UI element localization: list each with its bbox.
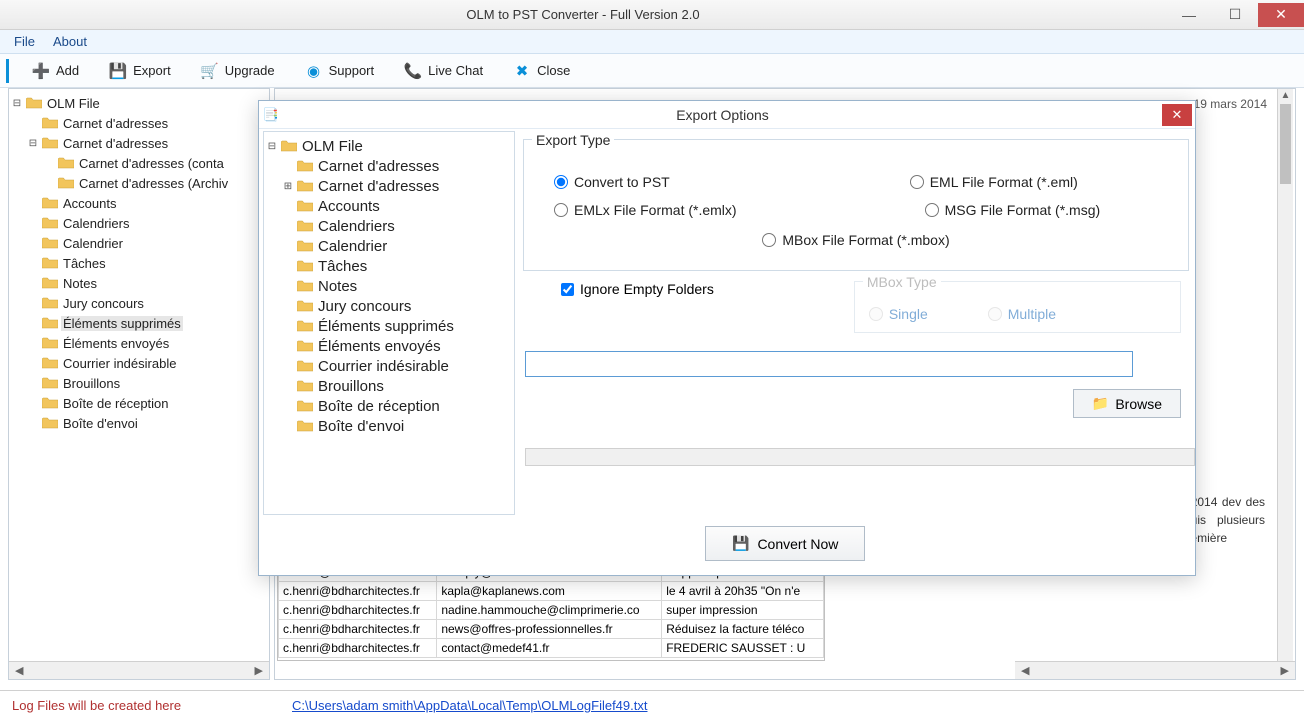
radio-mbox-multiple[interactable]: Multiple (988, 306, 1056, 322)
status-log-label: Log Files will be created here (12, 698, 292, 713)
dialog-close-button[interactable]: ✕ (1162, 104, 1192, 126)
tree-item[interactable]: Éléments envoyés (11, 333, 267, 353)
preview-date: u 19 mars 2014 (1184, 97, 1267, 111)
folder-icon: 📁 (1092, 395, 1109, 412)
export-options-dialog: 📑 Export Options ✕ ⊟OLM FileCarnet d'adr… (258, 100, 1196, 576)
tree-item[interactable]: Calendrier (11, 233, 267, 253)
maximize-button[interactable]: ☐ (1212, 3, 1258, 27)
titlebar: OLM to PST Converter - Full Version 2.0 … (0, 0, 1304, 30)
dialog-icon: 📑 (259, 107, 283, 123)
export-button[interactable]: 💾Export (98, 57, 182, 85)
export-type-legend: Export Type (532, 132, 614, 148)
output-path-input[interactable] (525, 351, 1133, 377)
folder-tree-panel: ⊟OLM FileCarnet d'adresses⊟Carnet d'adre… (8, 88, 270, 680)
close-icon: ✖ (513, 62, 531, 80)
tree-item[interactable]: Boîte de réception (11, 393, 267, 413)
menu-about[interactable]: About (53, 34, 87, 49)
tree-item[interactable]: Brouillons (11, 373, 267, 393)
table-row[interactable]: c.henri@bdharchitectes.frkapla@kaplanews… (279, 582, 824, 601)
tree-item[interactable]: Brouillons (266, 376, 512, 396)
add-button[interactable]: ➕Add (21, 57, 90, 85)
save-icon: 💾 (109, 62, 127, 80)
convert-now-button[interactable]: 💾Convert Now (705, 526, 865, 561)
phone-icon: 📞 (404, 62, 422, 80)
menu-file[interactable]: File (14, 34, 35, 49)
tree-item[interactable]: Calendrier (266, 236, 512, 256)
tree-item[interactable]: Accounts (11, 193, 267, 213)
upgrade-button[interactable]: 🛒Upgrade (190, 57, 286, 85)
tree-item[interactable]: Tâches (266, 256, 512, 276)
tree-item[interactable]: Jury concours (11, 293, 267, 313)
tree-item[interactable]: Éléments supprimés (266, 316, 512, 336)
preview-vscroll[interactable]: ▲ (1277, 89, 1293, 661)
tree-item[interactable]: Carnet d'adresses (266, 156, 512, 176)
window-title: OLM to PST Converter - Full Version 2.0 (0, 7, 1166, 22)
tree-item[interactable]: ⊟OLM File (266, 136, 512, 156)
tree-item[interactable]: Carnet d'adresses (Archiv (11, 173, 267, 193)
dialog-hscroll[interactable] (525, 448, 1195, 466)
export-type-fieldset: Export Type Convert to PST EML File Form… (523, 139, 1189, 271)
tree-item[interactable]: ⊞Carnet d'adresses (266, 176, 512, 196)
tree-item[interactable]: ⊟OLM File (11, 93, 267, 113)
cart-icon: 🛒 (201, 62, 219, 80)
support-button[interactable]: ◉Support (294, 57, 386, 85)
table-row[interactable]: c.henri@bdharchitectes.frcontact@medef41… (279, 639, 824, 658)
tree-item[interactable]: Éléments envoyés (266, 336, 512, 356)
window-close-button[interactable]: ✕ (1258, 3, 1304, 27)
radio-emlx[interactable]: EMLx File Format (*.emlx) (554, 202, 737, 218)
right-hscroll[interactable]: ◀▶ (1015, 661, 1295, 679)
mbox-type-legend: MBox Type (863, 274, 941, 290)
tree-item[interactable]: Accounts (266, 196, 512, 216)
add-icon: ➕ (32, 62, 50, 80)
tree-item[interactable]: Boîte d'envoi (11, 413, 267, 433)
minimize-button[interactable]: — (1166, 3, 1212, 27)
message-grid[interactable]: c.henri@bdharchitectes.frnoreply@1and1.f… (277, 561, 825, 661)
table-row[interactable]: c.henri@bdharchitectes.frnadine.hammouch… (279, 601, 824, 620)
left-hscroll[interactable]: ◀▶ (9, 661, 269, 679)
radio-mbox-single[interactable]: Single (869, 306, 928, 322)
tree-item[interactable]: Tâches (11, 253, 267, 273)
table-row[interactable]: c.henri@bdharchitectes.frnews@offres-pro… (279, 620, 824, 639)
radio-msg[interactable]: MSG File Format (*.msg) (925, 202, 1101, 218)
tree-item[interactable]: Boîte de réception (266, 396, 512, 416)
tree-item[interactable]: Courrier indésirable (11, 353, 267, 373)
tree-item[interactable]: Calendriers (266, 216, 512, 236)
status-log-path[interactable]: C:\Users\adam smith\AppData\Local\Temp\O… (292, 698, 647, 713)
livechat-button[interactable]: 📞Live Chat (393, 57, 494, 85)
tree-item[interactable]: Éléments supprimés (11, 313, 267, 333)
radio-eml[interactable]: EML File Format (*.eml) (910, 174, 1078, 190)
radio-convert-pst[interactable]: Convert to PST (554, 174, 670, 190)
tree-item[interactable]: Calendriers (11, 213, 267, 233)
toolbar: ➕Add 💾Export 🛒Upgrade ◉Support 📞Live Cha… (0, 54, 1304, 88)
tree-item[interactable]: Boîte d'envoi (266, 416, 512, 436)
disk-icon: 💾 (732, 535, 749, 552)
tree-item[interactable]: Notes (266, 276, 512, 296)
mbox-type-fieldset: MBox Type Single Multiple (854, 281, 1181, 333)
support-icon: ◉ (305, 62, 323, 80)
dialog-folder-tree[interactable]: ⊟OLM FileCarnet d'adresses⊞Carnet d'adre… (263, 131, 515, 515)
tree-item[interactable]: Carnet d'adresses (11, 113, 267, 133)
browse-button[interactable]: 📁Browse (1073, 389, 1181, 418)
ignore-empty-checkbox[interactable]: Ignore Empty Folders (531, 281, 714, 297)
tree-item[interactable]: ⊟Carnet d'adresses (11, 133, 267, 153)
tree-item[interactable]: Jury concours (266, 296, 512, 316)
close-button[interactable]: ✖Close (502, 57, 581, 85)
tree-item[interactable]: Courrier indésirable (266, 356, 512, 376)
dialog-title: Export Options (283, 107, 1162, 123)
menubar: File About (0, 30, 1304, 54)
radio-mbox[interactable]: MBox File Format (*.mbox) (762, 232, 949, 248)
tree-item[interactable]: Notes (11, 273, 267, 293)
statusbar: Log Files will be created here C:\Users\… (0, 690, 1304, 720)
tree-item[interactable]: Carnet d'adresses (conta (11, 153, 267, 173)
